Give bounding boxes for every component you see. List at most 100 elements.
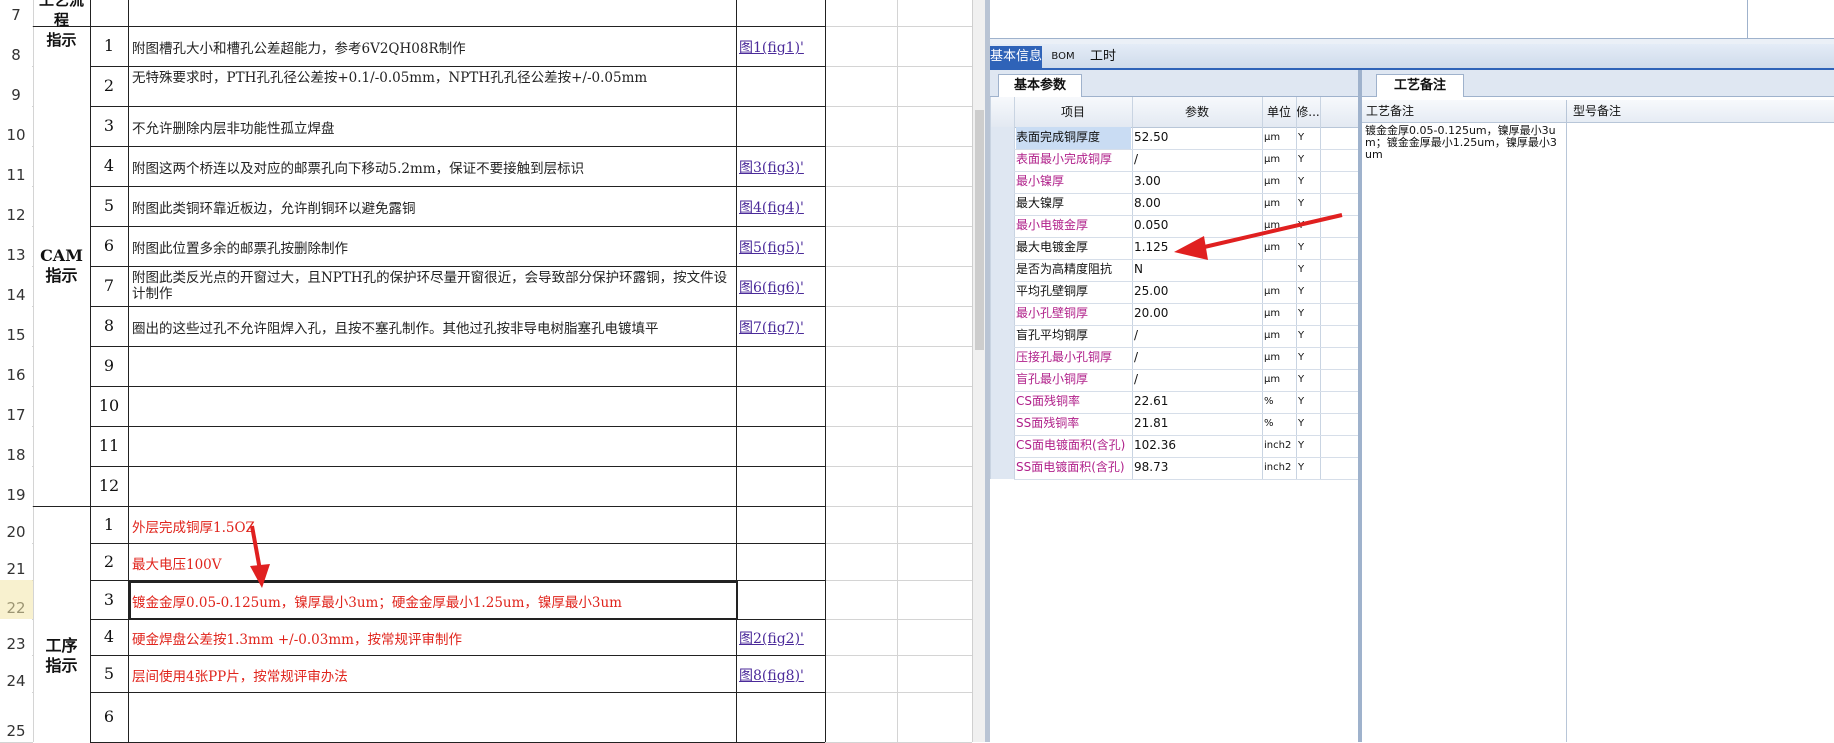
param-value[interactable]: / [1134,325,1261,347]
param-modify-flag[interactable]: Y [1298,193,1319,215]
column-header[interactable]: 参数 [1132,97,1262,127]
param-modify-flag[interactable]: Y [1298,391,1319,413]
row-header[interactable]: 18 [0,426,32,466]
item-text[interactable]: 外层完成铜厚1.5OZ [132,516,732,536]
item-text[interactable]: 附图此位置多余的邮票孔按删除制作 [132,237,732,257]
figure-link[interactable]: 图7(fig7)' [739,317,804,337]
param-value[interactable]: 3.00 [1134,171,1261,193]
row-header[interactable]: 11 [0,146,32,186]
tab-bom[interactable]: BOM [1048,46,1078,68]
param-modify-flag[interactable]: Y [1298,413,1319,435]
param-name[interactable]: 最大电镀金厚 [1016,237,1131,259]
param-name[interactable]: 最小孔壁铜厚 [1016,303,1131,325]
figure-link[interactable]: 图5(fig5)' [739,237,804,257]
param-name[interactable]: 盲孔最小铜厚 [1016,369,1131,391]
figure-link[interactable]: 图1(fig1)' [739,37,804,57]
selected-cell[interactable] [129,581,738,620]
figure-link[interactable]: 图2(fig2)' [739,628,804,648]
row-header[interactable]: 24 [0,655,32,692]
tab-work-hours[interactable]: 工时 [1086,46,1120,68]
row-header[interactable]: 9 [0,66,32,106]
item-text[interactable]: 圈出的这些过孔不允许阻焊入孔，且按不塞孔制作。其他过孔按非导电树脂塞孔电镀填平 [132,317,732,337]
row-header[interactable]: 12 [0,186,32,226]
param-value[interactable]: 21.81 [1134,413,1261,435]
param-modify-flag[interactable]: Y [1298,171,1319,193]
figure-link[interactable]: 图8(fig8)' [739,665,804,685]
row-header[interactable]: 23 [0,619,32,655]
param-name[interactable]: SS面残铜率 [1016,413,1131,435]
param-modify-flag[interactable]: Y [1298,259,1319,281]
item-text[interactable]: 不允许删除内层非功能性孤立焊盘 [132,117,732,137]
row-header[interactable]: 8 [0,26,32,66]
param-modify-flag[interactable]: Y [1298,237,1319,259]
param-modify-flag[interactable]: Y [1298,149,1319,171]
row-header[interactable]: 16 [0,346,32,386]
param-modify-flag[interactable]: Y [1298,457,1319,479]
param-value[interactable]: / [1134,149,1261,171]
param-value[interactable]: 52.50 [1134,127,1261,149]
param-name[interactable]: CS面残铜率 [1016,391,1131,413]
item-text[interactable]: 硬金焊盘公差按1.3mm +/-0.03mm，按常规评审制作 [132,628,732,648]
figure-link[interactable]: 图6(fig6)' [739,277,804,297]
param-name[interactable]: 压接孔最小孔铜厚 [1016,347,1131,369]
param-name[interactable]: 盲孔平均铜厚 [1016,325,1131,347]
process-remarks-text[interactable]: 镀金金厚0.05-0.125um，镍厚最小3um；镀金金厚最小1.25um，镍厚… [1365,125,1561,161]
param-value[interactable]: N [1134,259,1261,281]
row-header[interactable]: 21 [0,543,32,580]
param-value[interactable]: 1.125 [1134,237,1261,259]
row-header[interactable]: 13 [0,226,32,266]
item-text[interactable]: 附图这两个桥连以及对应的邮票孔向下移动5.2mm，保证不要接触到层标识 [132,157,732,177]
figure-link[interactable]: 图3(fig3)' [739,157,804,177]
tab-basic-params[interactable]: 基本参数 [998,74,1082,97]
param-modify-flag[interactable]: Y [1298,369,1319,391]
param-value[interactable]: 20.00 [1134,303,1261,325]
row-header[interactable]: 15 [0,306,32,346]
param-modify-flag[interactable]: Y [1298,127,1319,149]
param-modify-flag[interactable]: Y [1298,325,1319,347]
item-text[interactable]: 无特殊要求时，PTH孔孔径公差按+0.1/-0.05mm，NPTH孔孔径公差按+… [132,70,732,86]
param-value[interactable]: 0.050 [1134,215,1261,237]
param-name[interactable]: 最小电镀金厚 [1016,215,1131,237]
column-header[interactable]: 单位 [1262,97,1296,127]
param-name[interactable]: CS面电镀面积(含孔) [1016,435,1131,457]
param-name[interactable]: SS面电镀面积(含孔) [1016,457,1131,479]
param-value[interactable]: 102.36 [1134,435,1261,457]
param-name[interactable]: 最大镍厚 [1016,193,1131,215]
row-header[interactable]: 10 [0,106,32,146]
param-name[interactable]: 是否为高精度阻抗 [1016,259,1131,281]
row-header[interactable]: 19 [0,466,32,506]
row-header[interactable]: 17 [0,386,32,426]
sheet-vertical-scrollbar[interactable] [972,0,986,742]
param-value[interactable]: / [1134,347,1261,369]
row-header[interactable]: 7 [0,0,32,26]
param-name[interactable]: 表面最小完成铜厚 [1016,149,1131,171]
row-header[interactable]: 20 [0,506,32,543]
param-name[interactable]: 最小镍厚 [1016,171,1131,193]
row-header[interactable]: 14 [0,266,32,306]
table-border [90,346,825,347]
param-modify-flag[interactable]: Y [1298,215,1319,237]
tab-basic-info[interactable]: 基本信息 [990,46,1042,68]
param-modify-flag[interactable]: Y [1298,281,1319,303]
item-text[interactable]: 附图此类铜环靠近板边，允许削铜环以避免露铜 [132,197,732,217]
param-value[interactable]: / [1134,369,1261,391]
row-header[interactable]: 25 [0,692,32,742]
scrollbar-thumb[interactable] [975,110,984,350]
param-value[interactable]: 25.00 [1134,281,1261,303]
column-header[interactable]: 项目 [1014,97,1132,127]
param-value[interactable]: 8.00 [1134,193,1261,215]
param-value[interactable]: 98.73 [1134,457,1261,479]
param-modify-flag[interactable]: Y [1298,435,1319,457]
column-header[interactable]: 修... [1296,97,1320,127]
figure-link[interactable]: 图4(fig4)' [739,197,804,217]
param-modify-flag[interactable]: Y [1298,303,1319,325]
item-text[interactable]: 最大电压100V [132,553,732,573]
param-modify-flag[interactable]: Y [1298,347,1319,369]
param-name[interactable]: 平均孔壁铜厚 [1016,281,1131,303]
tab-process-remarks[interactable]: 工艺备注 [1376,74,1464,97]
param-value[interactable]: 22.61 [1134,391,1261,413]
param-name[interactable]: 表面完成铜厚度 [1016,127,1131,149]
item-text[interactable]: 层间使用4张PP片，按常规评审办法 [132,665,732,685]
item-text[interactable]: 附图槽孔大小和槽孔公差超能力，参考6V2QH08R制作 [132,37,732,57]
item-text[interactable]: 附图此类反光点的开窗过大，且NPTH孔的保护环尽量开窗很近，会导致部分保护环露铜… [132,270,732,302]
